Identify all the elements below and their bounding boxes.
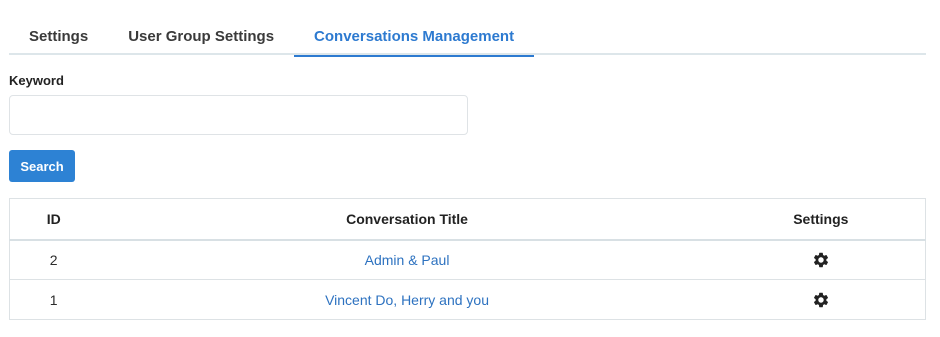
column-header-settings: Settings xyxy=(716,198,926,241)
table-header-row: ID Conversation Title Settings xyxy=(9,198,926,241)
conversation-title-link[interactable]: Vincent Do, Herry and you xyxy=(325,292,489,308)
search-button[interactable]: Search xyxy=(9,150,75,182)
tab-user-group-settings[interactable]: User Group Settings xyxy=(108,18,294,55)
table-row: 1 Vincent Do, Herry and you xyxy=(10,280,926,320)
column-header-id: ID xyxy=(9,198,98,241)
row-id: 1 xyxy=(49,291,58,308)
conversations-table: ID Conversation Title Settings 2 Admin &… xyxy=(9,198,926,320)
row-id: 2 xyxy=(9,239,98,280)
keyword-label: Keyword xyxy=(9,73,64,88)
row-title-cell: Vincent Do, Herry and you xyxy=(97,280,716,320)
tab-conversations-management[interactable]: Conversations Management xyxy=(294,18,535,57)
row-settings-cell xyxy=(716,239,926,280)
tab-settings[interactable]: Settings xyxy=(9,18,108,55)
table-row: 2 Admin & Paul xyxy=(9,239,926,280)
row-settings-cell xyxy=(717,280,926,320)
gear-icon[interactable] xyxy=(812,251,830,269)
row-title-cell: Admin & Paul xyxy=(97,239,717,280)
tab-bar: Settings User Group Settings Conversatio… xyxy=(9,18,926,57)
keyword-input[interactable] xyxy=(9,95,468,135)
column-header-title: Conversation Title xyxy=(97,198,717,241)
gear-icon[interactable] xyxy=(812,291,830,309)
conversation-title-link[interactable]: Admin & Paul xyxy=(365,252,450,268)
